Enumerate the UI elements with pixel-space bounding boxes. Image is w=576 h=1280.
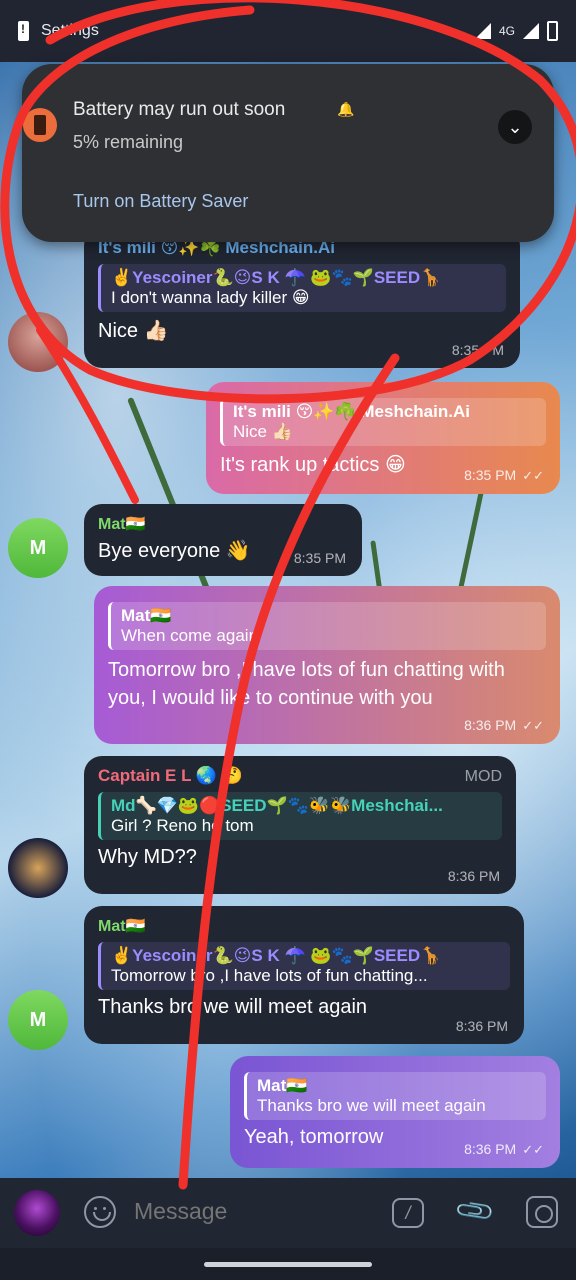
reply-quote[interactable]: Mat🇮🇳 When come again [108,602,546,650]
camera-icon[interactable] [526,1196,558,1228]
reply-quote[interactable]: ✌️Yescoiner🐍😉S K ☂️ 🐸🐾🌱SEED🦒 I don't wan… [98,264,506,312]
sender-name: Mat🇮🇳 [98,918,146,935]
message-bubble-outgoing[interactable]: Mat🇮🇳 When come again Tomorrow bro ,I ha… [94,586,560,744]
message-time: 8:35 PM ✓✓ [464,467,544,483]
message-time: 8:36 PM ✓✓ [464,717,544,733]
reply-sender: Md🦴💎🐸🔴SEED🌱🐾🐝🐝Meshchai... [111,796,443,815]
read-receipt-icon: ✓✓ [522,468,544,483]
avatar-mat[interactable]: M [8,990,68,1050]
wifi-signal-icon [474,23,491,39]
message-time: 8:36 PM ✓✓ [464,1141,544,1157]
message-bubble[interactable]: It's mili 😚✨☘️ Meshchain.Ai ✌️Yescoiner🐍… [84,228,520,368]
avatar-captain[interactable] [8,838,68,898]
reply-sender: Mat🇮🇳 [257,1076,308,1095]
message-bubble[interactable]: Captain E L 🌏 🤔 MOD Md🦴💎🐸🔴SEED🌱🐾🐝🐝Meshch… [84,756,516,894]
sender-name: Mat🇮🇳 [98,516,146,533]
sender-name: Captain E L 🌏 🤔 [98,766,243,785]
bell-icon: 🔔 [337,101,355,117]
reply-text: When come again [121,626,259,645]
send-as-avatar[interactable] [14,1190,60,1236]
command-icon[interactable]: / [392,1198,424,1228]
reply-text: I don't wanna lady killer 😁 [111,288,310,307]
battery-icon [547,21,558,41]
reply-text: Girl ? Reno ho tom [111,816,254,835]
reply-quote[interactable]: Mat🇮🇳 Thanks bro we will meet again [244,1072,546,1120]
battery-alert-icon [23,108,57,142]
message-text: Nice 👍🏻 [98,320,169,342]
read-receipt-icon: ✓✓ [522,1142,544,1157]
reply-text: Thanks bro we will meet again [257,1096,486,1115]
battery-notification[interactable] [22,64,554,242]
notification-subtitle: 5% remaining [73,132,184,152]
message-time: 8:35 PM [293,550,346,566]
avatar-mili[interactable] [8,312,68,372]
read-receipt-icon: ✓✓ [522,718,544,733]
reply-quote[interactable]: Md🦴💎🐸🔴SEED🌱🐾🐝🐝Meshchai... Girl ? Reno ho… [98,792,502,840]
reply-sender: ✌️Yescoiner🐍😉S K ☂️ 🐸🐾🌱SEED🦒 [111,946,442,965]
message-bubble-outgoing[interactable]: It's mili 😚✨☘️ Meshchain.Ai Nice 👍🏻 It's… [206,382,560,494]
message-bubble[interactable]: Mat🇮🇳 Bye everyone 👋 8:35 PM [84,504,362,576]
mod-badge: MOD [464,768,502,785]
cell-signal-icon [523,23,539,39]
expand-icon[interactable]: ⌄ [498,110,532,144]
network-type: 4G [498,24,515,38]
reply-sender: It's mili 😚✨☘️ Meshchain.Ai [233,402,470,421]
message-text: Why MD?? [98,846,197,868]
status-bar: Settings 4G [0,0,576,62]
reply-sender: Mat🇮🇳 [121,606,172,625]
message-bubble-outgoing[interactable]: Mat🇮🇳 Thanks bro we will meet again Yeah… [230,1056,560,1168]
reply-quote[interactable]: It's mili 😚✨☘️ Meshchain.Ai Nice 👍🏻 [220,398,546,446]
battery-saver-button[interactable]: Turn on Battery Saver [73,191,248,212]
message-bubble[interactable]: Mat🇮🇳 ✌️Yescoiner🐍😉S K ☂️ 🐸🐾🌱SEED🦒 Tomor… [84,906,524,1044]
reply-text: Tomorrow bro ,I have lots of fun chattin… [111,966,428,985]
message-input[interactable] [134,1198,374,1225]
reply-text: Nice 👍🏻 [233,422,293,441]
avatar-mat[interactable]: M [8,518,68,578]
battery-alert-icon [18,21,29,41]
message-text: Thanks bro we will meet again [98,996,368,1018]
home-gesture-handle[interactable] [204,1262,372,1267]
reply-quote[interactable]: ✌️Yescoiner🐍😉S K ☂️ 🐸🐾🌱SEED🦒 Tomorrow br… [98,942,510,990]
message-text: Tomorrow bro ,I have lots of fun chattin… [108,659,505,709]
notification-title: Battery may run out soon [73,99,286,120]
message-time: 8:36 PM [455,1018,508,1034]
status-app-name: Settings [41,22,99,39]
message-time: 8:36 PM [447,868,500,884]
message-time: 8:35 PM [451,342,504,358]
emoji-icon[interactable] [84,1196,116,1228]
reply-sender: ✌️Yescoiner🐍😉S K ☂️ 🐸🐾🌱SEED🦒 [111,268,442,287]
